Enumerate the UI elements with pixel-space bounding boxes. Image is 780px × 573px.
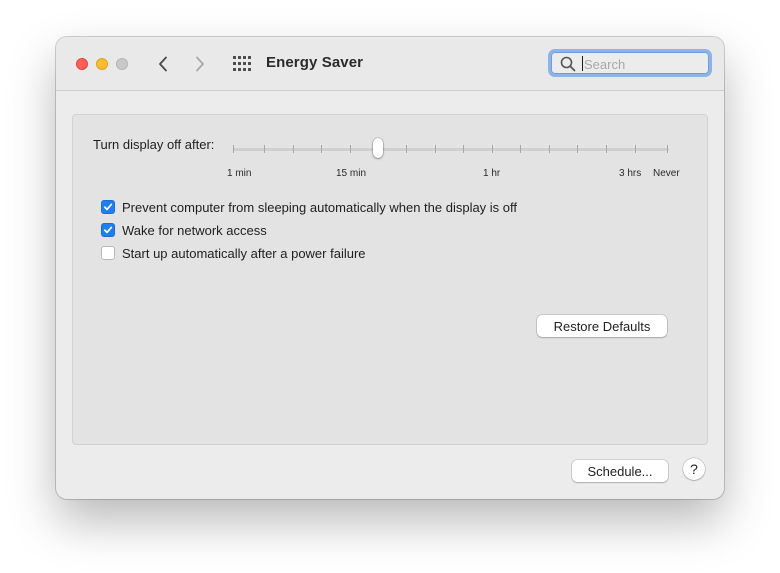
slider-tick	[667, 145, 668, 153]
text-caret	[582, 56, 583, 71]
slider-tick	[293, 145, 294, 153]
search-placeholder: Search	[584, 57, 626, 72]
slider-tick	[233, 145, 234, 153]
slider-tick-label: 1 min	[227, 168, 252, 179]
display-sleep-slider-knob[interactable]	[373, 138, 383, 158]
auto-start-label[interactable]: Start up automatically after a power fai…	[122, 246, 366, 261]
title-bar: Energy Saver Search	[56, 37, 724, 91]
slider-tick-label: 15 min	[336, 168, 367, 179]
slider-tick	[321, 145, 322, 153]
wake-network-label[interactable]: Wake for network access	[122, 223, 267, 238]
energy-saver-window: Energy Saver Search Turn display off aft…	[56, 37, 724, 499]
restore-defaults-button[interactable]: Restore Defaults	[537, 315, 667, 337]
slider-tick-label: 1 hr	[483, 168, 501, 179]
prevent-sleep-option[interactable]: Prevent computer from sleeping automatic…	[101, 198, 517, 216]
search-icon	[560, 56, 576, 72]
auto-start-checkbox[interactable]	[101, 246, 115, 260]
close-window-button[interactable]	[76, 58, 88, 70]
zoom-window-button[interactable]	[116, 58, 128, 70]
show-all-grid-icon[interactable]	[232, 56, 252, 72]
window-title: Energy Saver	[266, 54, 364, 71]
slider-tick	[520, 145, 521, 153]
slider-tick	[264, 145, 265, 153]
display-sleep-slider-track[interactable]	[233, 148, 669, 151]
settings-panel: Turn display off after: 1 min 15 min 1 h…	[72, 114, 708, 445]
forward-button[interactable]	[189, 53, 211, 75]
slider-tick-label: 3 hrs	[619, 168, 642, 179]
slider-tick	[492, 145, 493, 153]
slider-tick	[406, 145, 407, 153]
slider-tick	[635, 145, 636, 153]
wake-network-option[interactable]: Wake for network access	[101, 221, 267, 239]
chevron-right-icon	[196, 56, 204, 72]
minimize-window-button[interactable]	[96, 58, 108, 70]
search-field[interactable]: Search	[548, 49, 712, 77]
prevent-sleep-label[interactable]: Prevent computer from sleeping automatic…	[122, 200, 517, 215]
slider-tick	[549, 145, 550, 153]
auto-start-option[interactable]: Start up automatically after a power fai…	[101, 244, 366, 262]
checkmark-icon	[103, 226, 113, 234]
slider-tick	[606, 145, 607, 153]
wake-network-checkbox[interactable]	[101, 223, 115, 237]
display-sleep-label: Turn display off after:	[93, 137, 215, 152]
slider-tick	[463, 145, 464, 153]
checkmark-icon	[103, 203, 113, 211]
back-button[interactable]	[152, 53, 174, 75]
prevent-sleep-checkbox[interactable]	[101, 200, 115, 214]
chevron-left-icon	[159, 56, 167, 72]
slider-tick	[435, 145, 436, 153]
slider-tick	[350, 145, 351, 153]
help-button[interactable]: ?	[683, 458, 705, 480]
schedule-button[interactable]: Schedule...	[572, 460, 668, 482]
slider-tick	[577, 145, 578, 153]
slider-tick-label: Never	[653, 168, 680, 179]
